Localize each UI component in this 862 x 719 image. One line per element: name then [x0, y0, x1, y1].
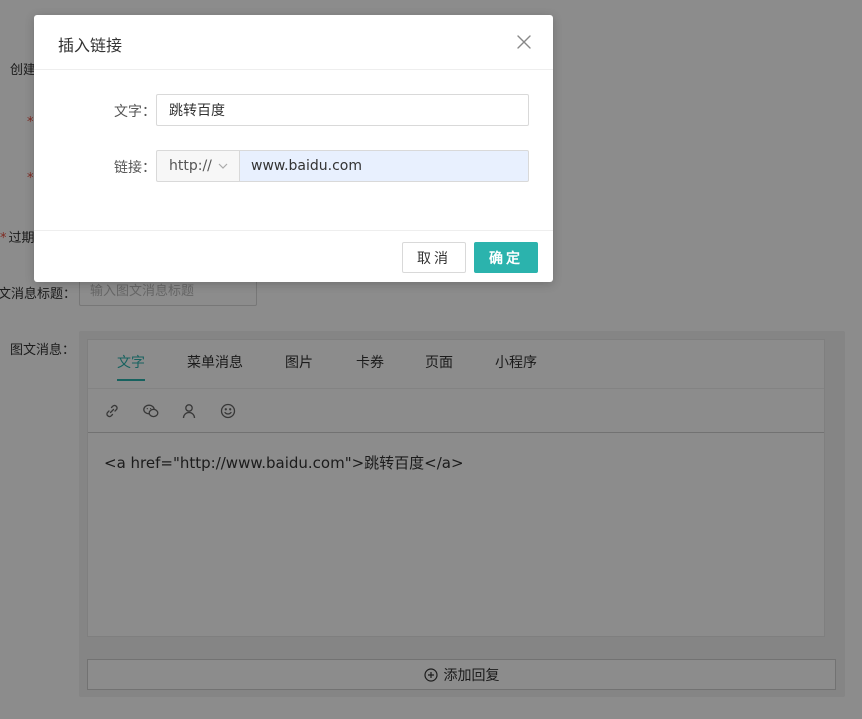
link-label: 链接： — [114, 160, 156, 176]
dialog-header: 插入链接 — [34, 15, 553, 70]
dialog-title: 插入链接 — [58, 36, 123, 55]
close-icon[interactable] — [517, 35, 531, 49]
protocol-select[interactable]: http:// — [156, 150, 239, 182]
link-text-input[interactable] — [156, 94, 529, 126]
chevron-down-icon — [218, 163, 228, 169]
url-input[interactable] — [239, 150, 529, 182]
insert-link-dialog: 插入链接 文字： 链接： http:// 取消 确定 — [34, 15, 553, 282]
text-label: 文字： — [114, 104, 156, 120]
dialog-footer: 取消 确定 — [34, 230, 553, 283]
cancel-button[interactable]: 取消 — [402, 242, 466, 273]
confirm-button[interactable]: 确定 — [474, 242, 538, 273]
protocol-value: http:// — [169, 158, 212, 174]
